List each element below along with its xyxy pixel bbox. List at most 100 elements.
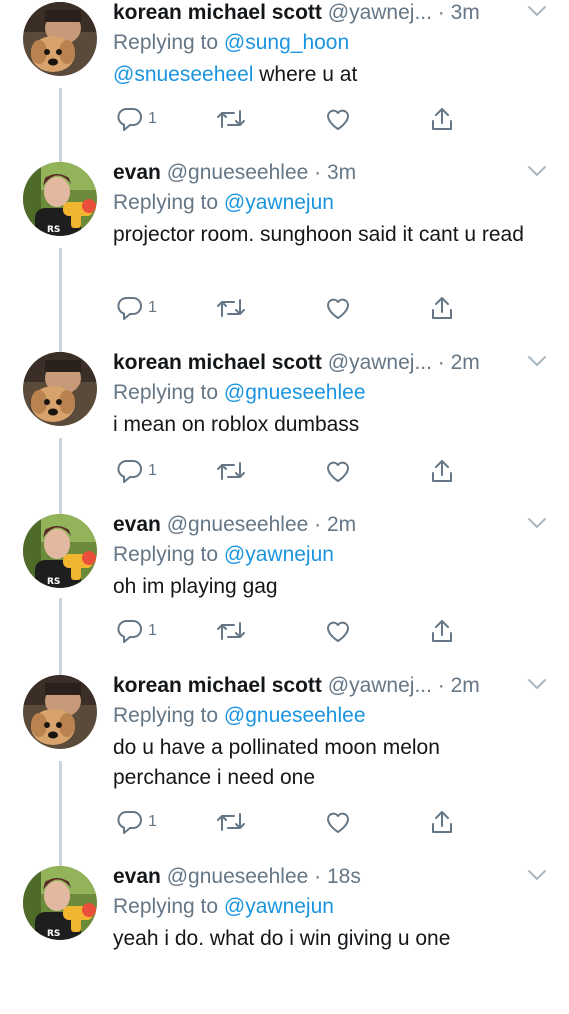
share-icon xyxy=(432,297,452,319)
handle-and-time: @gnueseehlee · 2m xyxy=(166,513,357,536)
avatar[interactable] xyxy=(23,675,97,749)
display-name[interactable]: korean michael scott xyxy=(113,674,322,697)
share-icon xyxy=(432,620,452,642)
reply-button[interactable]: 1 xyxy=(117,807,157,837)
avatar[interactable]: RS xyxy=(23,514,97,588)
replying-label: Replying to xyxy=(113,895,219,918)
reply-icon xyxy=(117,297,142,320)
tweet-text: i mean on roblox dumbass xyxy=(113,410,543,440)
chevron-down-icon[interactable] xyxy=(527,164,547,178)
display-name[interactable]: evan xyxy=(113,865,161,888)
tweet-header: korean michael scott @yawnej... · 2m xyxy=(113,673,521,699)
share-button[interactable] xyxy=(430,104,454,134)
share-button[interactable] xyxy=(430,456,454,486)
display-name[interactable]: evan xyxy=(113,161,161,184)
tweet-header: evan @gnueseehlee · 2m xyxy=(113,512,521,538)
retweet-icon xyxy=(217,462,245,480)
heart-icon xyxy=(327,461,349,482)
chevron-down-icon[interactable] xyxy=(527,354,547,368)
retweet-icon xyxy=(217,622,245,640)
tweet[interactable]: RS evan @gnueseehlee · 2m Replying to @y… xyxy=(0,512,569,662)
reply-count: 1 xyxy=(148,813,157,830)
display-name[interactable]: evan xyxy=(113,513,161,536)
retweet-button[interactable] xyxy=(216,616,246,646)
tweet-text-content: oh im playing gag xyxy=(113,575,278,598)
reply-button[interactable]: 1 xyxy=(117,616,157,646)
heart-icon xyxy=(327,621,349,642)
handle-and-time: @gnueseehlee · 3m xyxy=(166,161,357,184)
reply-icon xyxy=(117,620,142,643)
replying-to: Replying to @yawnejun xyxy=(113,894,334,920)
share-button[interactable] xyxy=(430,616,454,646)
retweet-button[interactable] xyxy=(216,104,246,134)
tweet-text: do u have a pollinated moon melon percha… xyxy=(113,733,543,793)
replying-to-link[interactable]: @yawnejun xyxy=(224,191,334,214)
reply-icon xyxy=(117,460,142,483)
tweet-actions: 1 xyxy=(113,807,473,837)
avatar[interactable]: RS xyxy=(23,162,97,236)
tweet-header: korean michael scott @yawnej... · 2m xyxy=(113,350,521,376)
tweet[interactable]: RS evan @gnueseehlee · 3m Replying to @y… xyxy=(0,160,569,320)
tweet-text-content: do u have a pollinated moon melon percha… xyxy=(113,736,440,789)
avatar[interactable]: RS xyxy=(23,866,97,940)
tweet-text-content: where u at xyxy=(253,63,358,86)
tweet-text-content: projector room. sunghoon said it cant u … xyxy=(113,223,524,246)
share-button[interactable] xyxy=(430,807,454,837)
reply-count: 1 xyxy=(148,110,157,127)
replying-to-link[interactable]: @yawnejun xyxy=(224,895,334,918)
replying-to: Replying to @yawnejun xyxy=(113,542,334,568)
replying-to: Replying to @gnueseehlee xyxy=(113,703,366,729)
mention-link[interactable]: @snueseeheel xyxy=(113,63,253,86)
chevron-down-icon[interactable] xyxy=(527,4,547,18)
handle-and-time: @yawnej... · 2m xyxy=(327,351,480,374)
svg-text:RS: RS xyxy=(47,929,60,939)
replying-to: Replying to @gnueseehlee xyxy=(113,380,366,406)
tweet-actions: 1 xyxy=(113,616,473,646)
chevron-down-icon[interactable] xyxy=(527,677,547,691)
retweet-button[interactable] xyxy=(216,807,246,837)
replying-to: Replying to @sung_hoon xyxy=(113,30,349,56)
chevron-down-icon[interactable] xyxy=(527,516,547,530)
replying-to-link[interactable]: @sung_hoon xyxy=(224,31,349,54)
tweet-text: @snueseeheel where u at xyxy=(113,60,543,90)
reply-count: 1 xyxy=(148,462,157,479)
tweet[interactable]: RS evan @gnueseehlee · 18s Replying to @… xyxy=(0,864,569,1014)
tweet[interactable]: korean michael scott @yawnej... · 3m Rep… xyxy=(0,0,569,150)
tweet-actions: 1 xyxy=(113,104,473,134)
retweet-icon xyxy=(217,813,245,831)
handle-and-time: @yawnej... · 2m xyxy=(327,674,480,697)
like-button[interactable] xyxy=(325,807,351,837)
like-button[interactable] xyxy=(325,293,351,323)
like-button[interactable] xyxy=(325,616,351,646)
handle-and-time: @gnueseehlee · 18s xyxy=(166,865,361,888)
reply-button[interactable]: 1 xyxy=(117,293,157,323)
tweet-header: evan @gnueseehlee · 3m xyxy=(113,160,521,186)
reply-button[interactable]: 1 xyxy=(117,104,157,134)
display-name[interactable]: korean michael scott xyxy=(113,1,322,24)
retweet-button[interactable] xyxy=(216,456,246,486)
replying-to-link[interactable]: @gnueseehlee xyxy=(224,381,366,404)
reply-button[interactable]: 1 xyxy=(117,456,157,486)
share-icon xyxy=(432,811,452,833)
tweet-text-content: yeah i do. what do i win giving u one xyxy=(113,927,451,950)
svg-text:RS: RS xyxy=(47,577,60,587)
handle-and-time: @yawnej... · 3m xyxy=(327,1,480,24)
tweet-text: projector room. sunghoon said it cant u … xyxy=(113,220,543,250)
heart-icon xyxy=(327,109,349,130)
replying-label: Replying to xyxy=(113,704,219,727)
tweet[interactable]: korean michael scott @yawnej... · 2m Rep… xyxy=(0,673,569,834)
replying-to-link[interactable]: @yawnejun xyxy=(224,543,334,566)
avatar[interactable] xyxy=(23,352,97,426)
like-button[interactable] xyxy=(325,104,351,134)
replying-label: Replying to xyxy=(113,381,219,404)
reply-icon xyxy=(117,108,142,131)
chevron-down-icon[interactable] xyxy=(527,868,547,882)
replying-to-link[interactable]: @gnueseehlee xyxy=(224,704,366,727)
like-button[interactable] xyxy=(325,456,351,486)
display-name[interactable]: korean michael scott xyxy=(113,351,322,374)
retweet-button[interactable] xyxy=(216,293,246,323)
avatar[interactable] xyxy=(23,2,97,76)
replying-to: Replying to @yawnejun xyxy=(113,190,334,216)
tweet[interactable]: korean michael scott @yawnej... · 2m Rep… xyxy=(0,350,569,500)
share-button[interactable] xyxy=(430,293,454,323)
